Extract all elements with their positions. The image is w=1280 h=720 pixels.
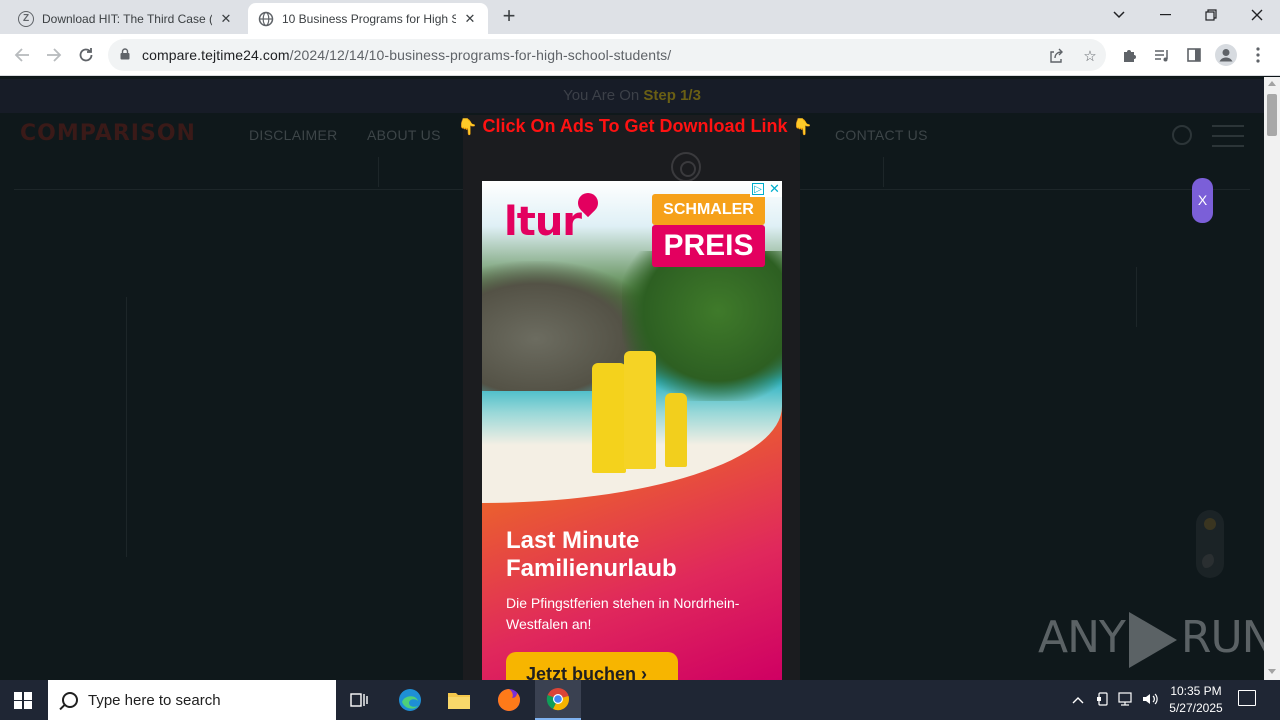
target-icon	[671, 152, 701, 182]
reload-icon[interactable]	[74, 43, 98, 67]
pointing-down-hand-icon: 👇	[792, 119, 813, 136]
clock-time: 10:35 PM	[1170, 684, 1222, 698]
hamburger-menu-icon[interactable]	[1212, 125, 1244, 147]
extensions-puzzle-icon[interactable]	[1118, 43, 1142, 67]
ad-badge-preis: PREIS	[652, 225, 765, 267]
globe-icon	[258, 11, 274, 27]
tab-business-programs[interactable]: 10 Business Programs for High S ✕	[248, 3, 488, 34]
moon-icon	[1202, 554, 1218, 570]
divider	[378, 157, 379, 187]
tab-title: 10 Business Programs for High S	[282, 11, 456, 26]
adchoices-icon[interactable]: ▷	[752, 183, 764, 195]
media-queue-icon[interactable]	[1150, 43, 1174, 67]
click-ads-notice: 👇 Click On Ads To Get Download Link 👇	[457, 116, 813, 136]
windows-start-icon[interactable]	[14, 692, 32, 709]
ad-subtext: Die Pfingstferien stehen in Nordrhein-We…	[506, 595, 740, 632]
taskbar-search-box[interactable]: Type here to search	[48, 680, 336, 720]
play-icon	[1128, 612, 1177, 668]
side-panel-icon[interactable]	[1182, 43, 1206, 67]
nav-contact-us[interactable]: CONTACT US	[835, 127, 928, 143]
person-figure	[592, 363, 626, 473]
clock-date: 5/27/2025	[1169, 701, 1223, 715]
chrome-icon[interactable]	[535, 680, 581, 720]
address-bar[interactable]: compare.tejtime24.com/2024/12/14/10-busi…	[108, 39, 1106, 71]
profile-avatar-icon[interactable]	[1214, 43, 1238, 67]
ad-headline: Last Minute Familienurlaub	[506, 527, 677, 582]
share-icon[interactable]	[1046, 46, 1066, 66]
network-icon[interactable]	[1118, 692, 1136, 709]
taskbar-search-placeholder: Type here to search	[88, 691, 221, 709]
tab-download-hit[interactable]: Z Download HIT: The Third Case (2 ✕	[8, 3, 244, 34]
scroll-down-arrow-icon[interactable]	[1268, 669, 1276, 674]
browser-toolbar: compare.tejtime24.com/2024/12/14/10-busi…	[0, 34, 1280, 76]
bookmark-star-icon[interactable]: ☆	[1080, 46, 1100, 66]
tab-title: Download HIT: The Third Case (2	[42, 11, 212, 26]
new-tab-button[interactable]: +	[498, 5, 520, 28]
device-icon[interactable]	[1096, 692, 1110, 709]
close-window-button[interactable]	[1234, 0, 1280, 30]
nav-disclaimer[interactable]: DISCLAIMER	[249, 127, 338, 143]
ad-close-icon[interactable]: ✕	[768, 182, 781, 196]
restore-button[interactable]	[1188, 0, 1234, 30]
child-figure	[665, 393, 687, 467]
firefox-icon[interactable]	[486, 680, 532, 720]
edge-browser-icon[interactable]	[387, 680, 433, 720]
divider	[126, 297, 127, 557]
tab-search-chevron-icon[interactable]	[1096, 0, 1142, 30]
kebab-menu-icon[interactable]	[1246, 43, 1270, 67]
tray-overflow-chevron-icon[interactable]	[1072, 692, 1084, 707]
divider	[1136, 267, 1137, 327]
notification-center-icon[interactable]	[1238, 690, 1256, 706]
advertisement[interactable]: ltur SCHMALER PREIS ▷ ✕ Last Minute Fami…	[482, 181, 782, 680]
scrollbar-thumb[interactable]	[1267, 94, 1277, 136]
divider	[883, 157, 884, 187]
ltur-logo: ltur	[504, 199, 582, 245]
tab-strip: Z Download HIT: The Third Case (2 ✕ 10 B…	[0, 0, 1280, 34]
page-scrollbar[interactable]	[1264, 77, 1280, 680]
search-icon[interactable]	[1172, 125, 1192, 145]
anyrun-watermark: ANY RUN	[1038, 612, 1275, 668]
tab-close-icon[interactable]: ✕	[462, 11, 478, 27]
step-banner: You Are On Step 1/3	[0, 79, 1264, 113]
scroll-up-arrow-icon[interactable]	[1268, 81, 1276, 86]
lock-icon[interactable]	[120, 47, 134, 63]
site-logo[interactable]: COMPARISON	[20, 121, 196, 146]
tab-close-icon[interactable]: ✕	[218, 11, 234, 27]
search-icon	[62, 692, 78, 708]
sun-icon	[1204, 518, 1216, 530]
theme-toggle[interactable]	[1196, 510, 1224, 578]
ad-book-now-button[interactable]: Jetzt buchen ›	[506, 652, 678, 680]
nav-about-us[interactable]: ABOUT US	[367, 127, 441, 143]
file-explorer-icon[interactable]	[436, 680, 482, 720]
close-popup-button[interactable]: X	[1192, 178, 1213, 223]
person-figure	[624, 351, 656, 469]
adchoices-badge[interactable]: ▷ ✕	[750, 181, 782, 197]
site-favicon-icon: Z	[18, 10, 34, 27]
pointing-down-hand-icon: 👇	[457, 119, 478, 136]
task-view-icon[interactable]	[337, 680, 383, 720]
system-clock[interactable]: 10:35 PM 5/27/2025	[1160, 683, 1232, 717]
ad-badge-schmaler: SCHMALER	[652, 194, 765, 225]
minimize-button[interactable]	[1142, 0, 1188, 30]
forward-arrow-icon[interactable]	[42, 43, 66, 67]
url-text: compare.tejtime24.com/2024/12/14/10-busi…	[142, 47, 672, 63]
back-arrow-icon[interactable]	[10, 43, 34, 67]
volume-icon[interactable]	[1142, 692, 1160, 709]
windows-taskbar: Type here to search 10:35 PM 5/27/2025	[0, 680, 1280, 720]
